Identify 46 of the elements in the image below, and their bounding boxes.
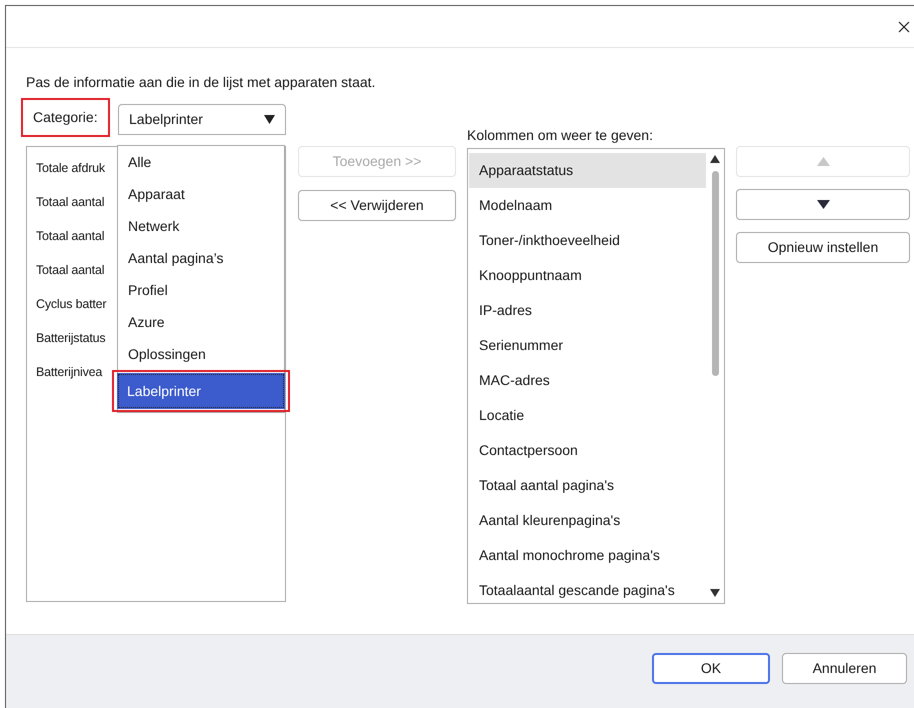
list-item[interactable]: Cyclus batter <box>27 287 113 321</box>
dropdown-value: Labelprinter <box>129 110 203 129</box>
list-item[interactable]: Aantal kleurenpagina's <box>469 503 706 538</box>
dropdown-option[interactable]: Azure <box>118 306 284 338</box>
list-item[interactable]: Totaal aantal pagina's <box>469 468 706 503</box>
close-button[interactable] <box>896 18 912 34</box>
list-item[interactable]: Totaalaantal gescande pagina's <box>469 573 706 608</box>
dropdown-option[interactable]: Apparaat <box>118 178 284 210</box>
move-down-button[interactable] <box>736 189 910 220</box>
list-item[interactable]: Totaal aantal <box>27 185 113 219</box>
remove-button[interactable]: << Verwijderen <box>298 190 456 221</box>
dropdown-option[interactable]: Oplossingen <box>118 338 284 370</box>
scroll-thumb[interactable] <box>712 171 718 376</box>
columns-label: Kolommen om weer te geven: <box>467 127 653 143</box>
list-item[interactable]: Modelnaam <box>469 188 706 223</box>
list-item[interactable]: Batterijstatus <box>27 321 113 355</box>
list-item[interactable]: Toner-/inkthoeveelheid <box>469 223 706 258</box>
list-item[interactable]: Totale afdruk <box>27 151 113 185</box>
ok-button[interactable]: OK <box>652 653 770 684</box>
list-item[interactable]: Totaal aantal <box>27 253 113 287</box>
triangle-up-icon <box>816 157 830 166</box>
scroll-down-icon[interactable] <box>710 589 720 597</box>
dropdown-option[interactable]: Labelprinter <box>117 373 285 409</box>
dropdown-option[interactable]: Netwerk <box>118 210 284 242</box>
category-label: Categorie: <box>21 98 110 137</box>
dropdown-option[interactable]: Alle <box>118 146 284 178</box>
list-item[interactable]: Totaal aantal <box>27 219 113 253</box>
scroll-up-icon[interactable] <box>710 155 720 163</box>
dropdown-option[interactable]: Aantal pagina’s <box>118 242 284 274</box>
instruction-text: Pas de informatie aan die in de lijst met apparaten staat. <box>26 74 376 90</box>
list-item[interactable]: Contactpersoon <box>469 433 706 468</box>
list-item[interactable]: Batterijnivea <box>27 355 113 389</box>
list-item[interactable]: IP-adres <box>469 293 706 328</box>
category-dropdown[interactable]: Labelprinter <box>118 104 286 135</box>
reset-button[interactable]: Opnieuw instellen <box>736 232 910 263</box>
list-item[interactable]: Apparaatstatus <box>469 153 706 188</box>
list-item[interactable]: Aantal monochrome pagina's <box>469 538 706 573</box>
list-item[interactable]: Serienummer <box>469 328 706 363</box>
dropdown-option[interactable]: Profiel <box>118 274 284 306</box>
triangle-down-icon <box>816 200 830 209</box>
cancel-button[interactable]: Annuleren <box>782 653 907 684</box>
list-item[interactable]: Locatie <box>469 398 706 433</box>
close-icon <box>898 20 910 32</box>
caret-icon <box>264 115 275 124</box>
list-item[interactable]: Knooppuntnaam <box>469 258 706 293</box>
list-item[interactable]: MAC-adres <box>469 363 706 398</box>
